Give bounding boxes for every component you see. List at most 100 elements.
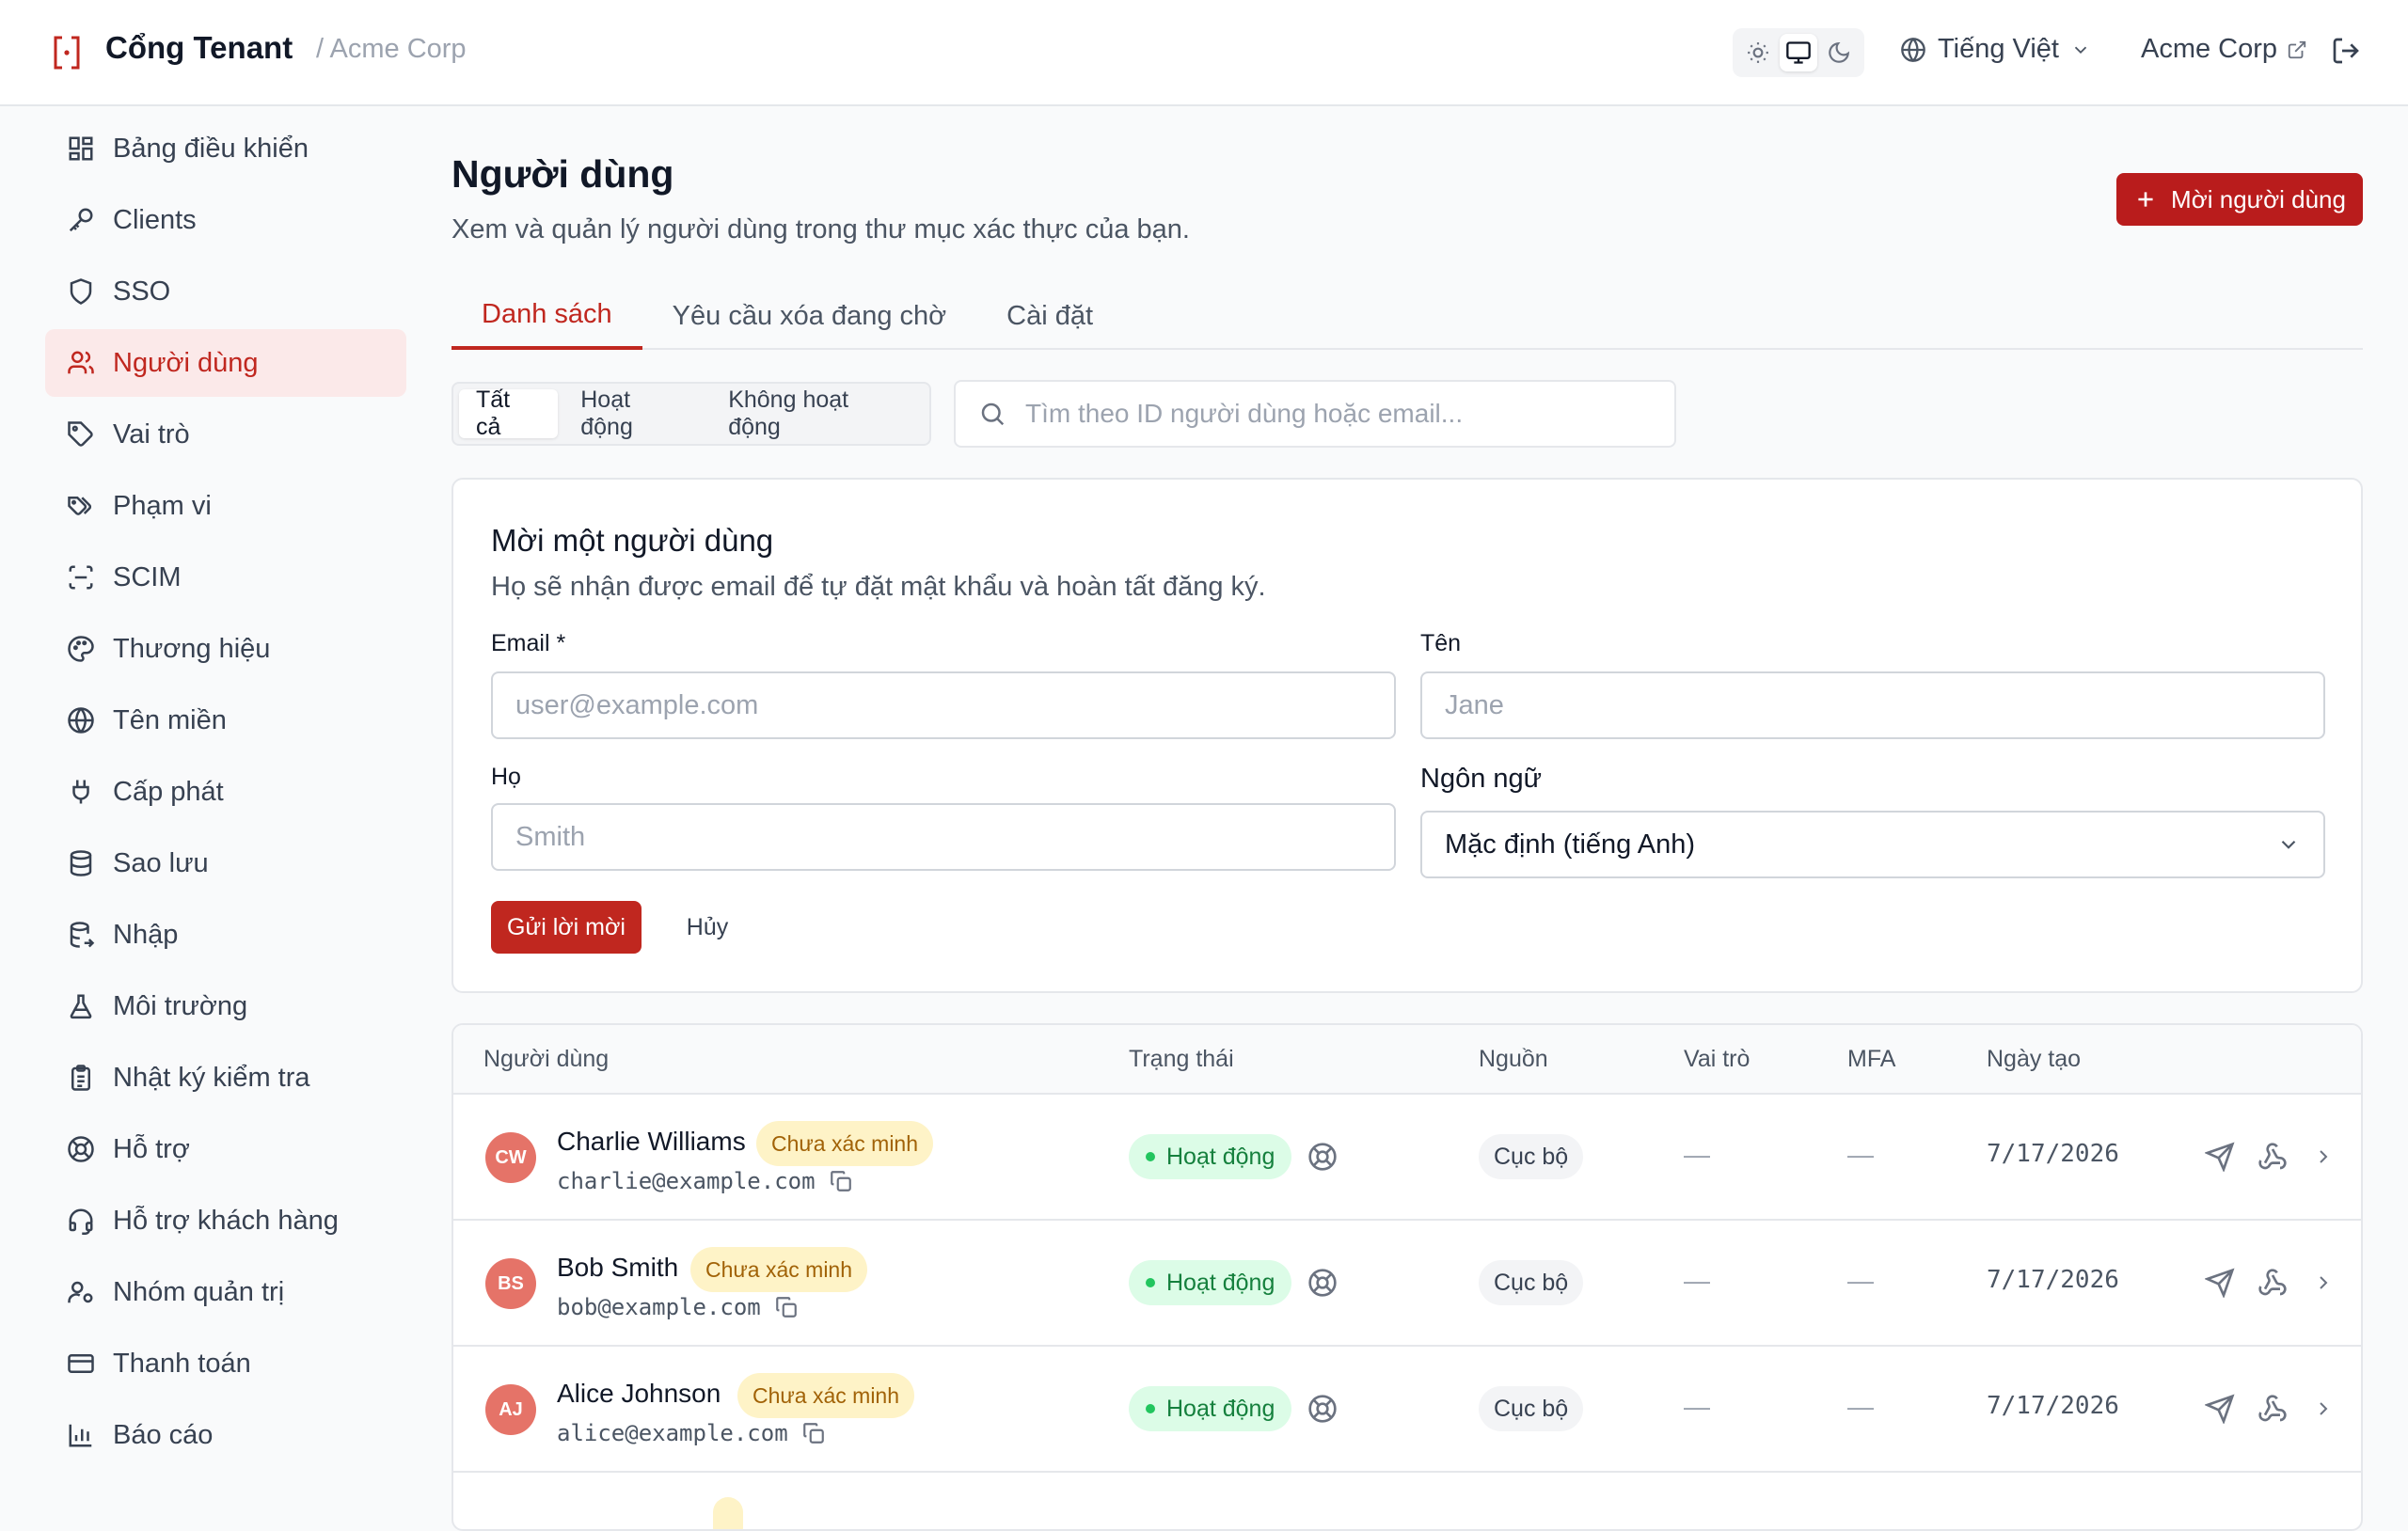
column-header-mfa[interactable]: MFA xyxy=(1847,1046,1895,1073)
sidebar-item-environments[interactable]: Môi trường xyxy=(45,972,406,1040)
sidebar-item-label: Bảng điều khiển xyxy=(113,133,309,164)
sidebar-item-support[interactable]: Hỗ trợ xyxy=(45,1115,406,1183)
sidebar-item-label: Vai trò xyxy=(113,418,190,450)
send-icon[interactable] xyxy=(2205,1394,2235,1424)
language-selector[interactable]: Tiếng Việt xyxy=(1900,34,2091,65)
system-theme-button[interactable] xyxy=(1779,34,1817,71)
chevron-right-icon[interactable] xyxy=(2312,1397,2335,1420)
sidebar-item-label: Phạm vi xyxy=(113,490,212,521)
search-icon xyxy=(981,402,1005,426)
sidebar-item-import[interactable]: Nhập xyxy=(45,901,406,969)
sidebar-item-branding[interactable]: Thương hiệu xyxy=(45,615,406,683)
user-email: bob@example.com xyxy=(557,1294,799,1320)
org-external-link[interactable]: Acme Corp xyxy=(2141,34,2307,65)
lifebuoy-icon[interactable] xyxy=(1307,1268,1338,1298)
tab-pending-deletion[interactable]: Yêu cầu xóa đang chờ xyxy=(642,282,977,350)
moon-icon xyxy=(1828,41,1849,63)
sidebar-item-scopes[interactable]: Phạm vi xyxy=(45,472,406,540)
external-link-icon xyxy=(2288,40,2306,58)
first-name-field[interactable] xyxy=(1445,689,2301,721)
column-header-created[interactable]: Ngày tạo xyxy=(1987,1046,2081,1073)
status-badge: Hoạt động xyxy=(1129,1260,1292,1305)
table-row[interactable]: CW Charlie Williams Chưa xác minh charli… xyxy=(453,1095,2361,1221)
sidebar-item-reports[interactable]: Báo cáo xyxy=(45,1401,406,1469)
status-text: Hoạt động xyxy=(1166,1269,1275,1296)
unverified-badge xyxy=(713,1497,743,1529)
column-header-source[interactable]: Nguồn xyxy=(1479,1046,1548,1073)
webhook-icon[interactable] xyxy=(2258,1142,2288,1172)
logout-button[interactable] xyxy=(2331,36,2361,73)
unverified-badge: Chưa xác minh xyxy=(756,1121,934,1166)
sidebar-item-admin-groups[interactable]: Nhóm quản trị xyxy=(45,1258,406,1326)
light-theme-button[interactable] xyxy=(1739,34,1777,71)
sidebar-item-label: Hỗ trợ xyxy=(113,1133,190,1164)
sidebar-item-scim[interactable]: SCIM xyxy=(45,544,406,611)
lifebuoy-icon[interactable] xyxy=(1307,1142,1338,1172)
top-header: Cổng Tenant / Acme Corp Tiếng Việt Acme … xyxy=(0,0,2408,106)
status-text: Hoạt động xyxy=(1166,1395,1275,1422)
column-header-status[interactable]: Trạng thái xyxy=(1129,1046,1234,1073)
database-import-icon xyxy=(66,920,96,950)
webhook-icon[interactable] xyxy=(2258,1268,2288,1298)
user-email-text: alice@example.com xyxy=(557,1420,788,1446)
chevron-right-icon[interactable] xyxy=(2312,1271,2335,1294)
copy-icon[interactable] xyxy=(801,1421,826,1445)
status-filter: Tất cả Hoạt động Không hoạt động xyxy=(452,382,931,446)
send-icon[interactable] xyxy=(2205,1268,2235,1298)
clipboard-icon xyxy=(66,1063,96,1093)
sidebar-item-clients[interactable]: Clients xyxy=(45,186,406,254)
tag-icon xyxy=(66,419,96,450)
dark-theme-button[interactable] xyxy=(1820,34,1858,71)
table-row[interactable]: BS Bob Smith Chưa xác minh bob@example.c… xyxy=(453,1221,2361,1347)
sidebar-item-label: Sao lưu xyxy=(113,847,209,878)
email-field[interactable] xyxy=(515,689,1371,721)
page-subtitle: Xem và quản lý người dùng trong thư mục … xyxy=(452,214,1190,245)
last-name-field[interactable] xyxy=(515,821,1371,853)
sidebar-item-dashboard[interactable]: Bảng điều khiển xyxy=(45,115,406,182)
lifebuoy-icon[interactable] xyxy=(1307,1394,1338,1424)
sidebar-item-provisioning[interactable]: Cấp phát xyxy=(45,758,406,826)
invite-user-label: Mời người dùng xyxy=(2171,184,2346,213)
cancel-button[interactable]: Hủy xyxy=(662,901,752,954)
sidebar-item-customer-support[interactable]: Hỗ trợ khách hàng xyxy=(45,1187,406,1255)
chevron-down-icon xyxy=(2281,840,2296,849)
table-row[interactable]: AJ Alice Johnson Chưa xác minh alice@exa… xyxy=(453,1347,2361,1473)
send-icon[interactable] xyxy=(2205,1142,2235,1172)
send-invite-button[interactable]: Gửi lời mời xyxy=(491,901,642,954)
shield-icon xyxy=(66,276,96,307)
monitor-icon xyxy=(1786,41,1811,64)
sidebar-item-roles[interactable]: Vai trò xyxy=(45,401,406,468)
copy-icon[interactable] xyxy=(774,1295,799,1319)
filter-inactive[interactable]: Không hoạt động xyxy=(711,387,924,440)
key-icon xyxy=(66,205,96,235)
search-input[interactable] xyxy=(1025,399,1646,429)
created-date: 7/17/2026 xyxy=(1987,1266,2119,1294)
user-email: alice@example.com xyxy=(557,1420,826,1446)
sidebar-item-users[interactable]: Người dùng xyxy=(45,329,406,397)
language-label: Tiếng Việt xyxy=(1938,34,2059,64)
user-email-text: charlie@example.com xyxy=(557,1168,816,1194)
sidebar-item-domains[interactable]: Tên miền xyxy=(45,687,406,754)
sidebar-item-audit-log[interactable]: Nhật ký kiểm tra xyxy=(45,1044,406,1112)
status-dot xyxy=(1146,1278,1155,1287)
table-row[interactable] xyxy=(453,1473,2361,1529)
lifebuoy-icon xyxy=(66,1134,96,1164)
sidebar-item-backup[interactable]: Sao lưu xyxy=(45,829,406,897)
tab-list[interactable]: Danh sách xyxy=(452,282,642,350)
filter-all[interactable]: Tất cả xyxy=(459,387,559,440)
brand-name[interactable]: Cổng Tenant xyxy=(105,30,293,66)
sidebar-item-sso[interactable]: SSO xyxy=(45,258,406,325)
column-header-roles[interactable]: Vai trò xyxy=(1684,1046,1750,1073)
chevron-right-icon[interactable] xyxy=(2312,1145,2335,1168)
invite-user-button[interactable]: Mời người dùng xyxy=(2116,173,2363,226)
column-header-user[interactable]: Người dùng xyxy=(483,1046,609,1073)
sidebar-item-billing[interactable]: Thanh toán xyxy=(45,1330,406,1397)
tab-settings[interactable]: Cài đặt xyxy=(976,282,1123,350)
language-select[interactable]: Mặc định (tiếng Anh) xyxy=(1420,811,2325,878)
sidebar-item-label: Hỗ trợ khách hàng xyxy=(113,1205,339,1236)
filter-active[interactable]: Hoạt động xyxy=(563,387,705,440)
logo-icon[interactable] xyxy=(53,35,81,71)
logout-icon xyxy=(2333,38,2359,64)
copy-icon[interactable] xyxy=(829,1169,853,1193)
webhook-icon[interactable] xyxy=(2258,1394,2288,1424)
